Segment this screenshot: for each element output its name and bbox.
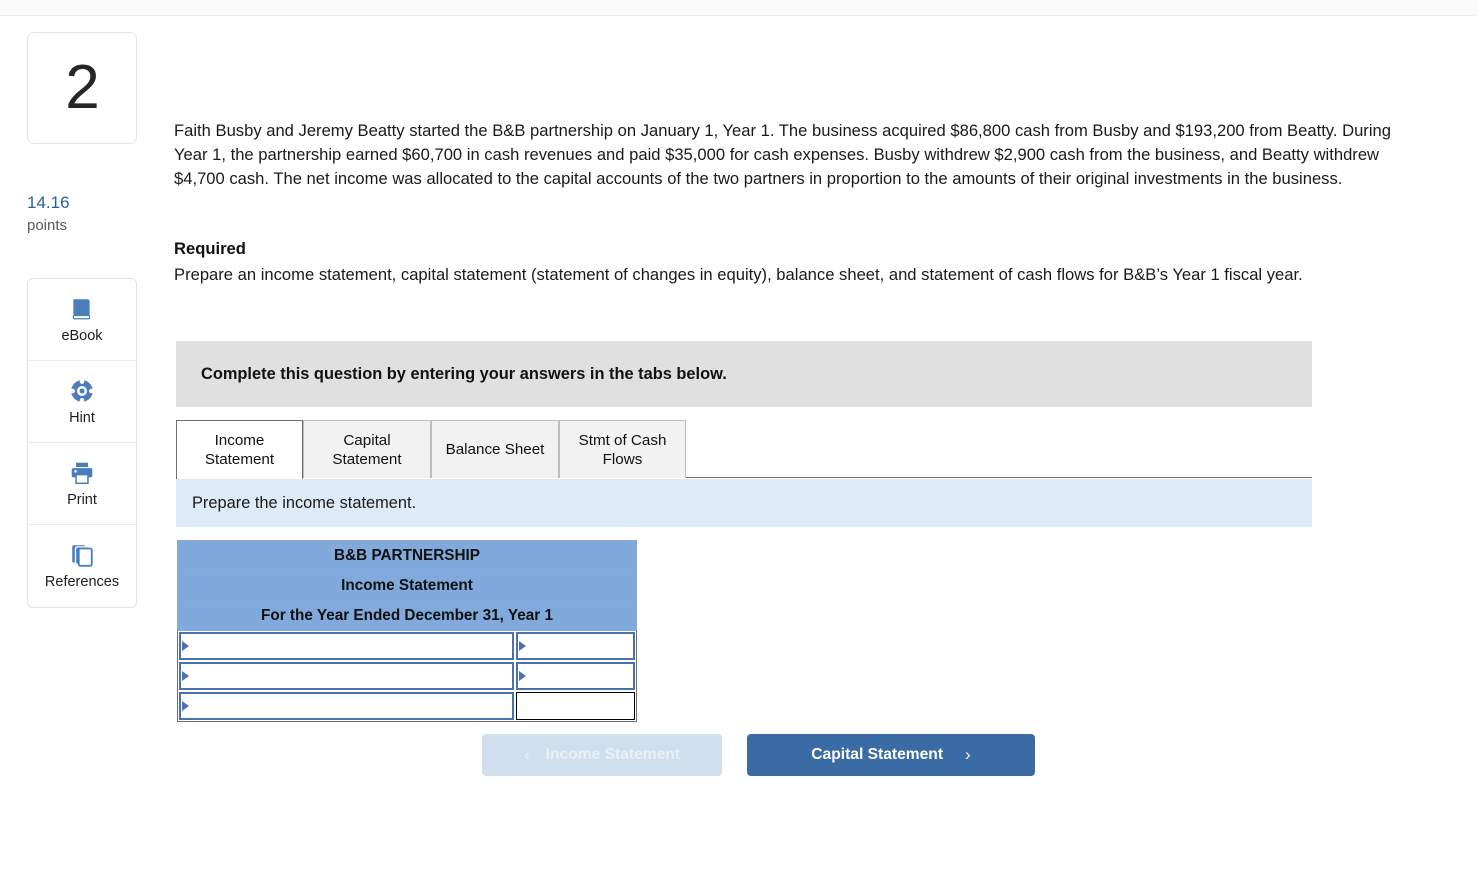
chevron-right-icon: › (965, 745, 971, 764)
worksheet-period: For the Year Ended December 31, Year 1 (177, 600, 637, 631)
worksheet-entry-row (177, 691, 637, 722)
ebook-label: eBook (61, 327, 103, 344)
question-number-box: 2 (27, 32, 137, 144)
worksheet-entry-row (177, 630, 637, 661)
row-3-amount-cell[interactable] (514, 691, 637, 722)
points-value: 14.16 (27, 193, 70, 212)
tab-balance-sheet[interactable]: Balance Sheet (431, 420, 559, 478)
lifesaver-icon (69, 378, 95, 404)
row-3-label-input[interactable] (179, 692, 514, 720)
income-statement-worksheet: B&B PARTNERSHIP Income Statement For the… (177, 540, 637, 722)
row-2-amount-cell[interactable] (514, 661, 637, 691)
sub-instruction-banner: Prepare the income statement. (176, 479, 1312, 527)
row-3-label-cell[interactable] (177, 691, 515, 722)
hint-button[interactable]: Hint (28, 361, 136, 443)
answer-tabs: Income Statement Capital Statement Balance… (176, 420, 1312, 479)
instruction-banner-text: Complete this question by entering your … (201, 364, 727, 383)
references-label: References (44, 574, 120, 590)
next-capital-statement-button[interactable]: Capital Statement › (747, 734, 1035, 776)
printer-icon (69, 460, 95, 486)
chevron-left-icon: ‹ (524, 745, 530, 764)
question-sidebar: 2 14.16 points eBook Hint Print Referenc… (0, 17, 165, 872)
worksheet-company-name: B&B PARTNERSHIP (177, 540, 637, 571)
instruction-banner: Complete this question by entering your … (176, 341, 1312, 407)
caret-right-icon (182, 701, 189, 711)
worksheet-statement-name: Income Statement (177, 570, 637, 601)
tab-capital-statement-label: Capital Statement (332, 431, 402, 468)
worksheet-entry-row (177, 661, 637, 691)
row-3-amount-input[interactable] (515, 692, 635, 720)
tab-stmt-cash-flows-label: Stmt of Cash Flows (578, 431, 667, 468)
tab-balance-sheet-label: Balance Sheet (445, 441, 545, 458)
caret-right-icon (518, 641, 526, 651)
prev-button-label: Income Statement (545, 746, 680, 763)
tool-panel: eBook Hint Print References (27, 278, 137, 608)
question-intro-text: Faith Busby and Jeremy Beatty started th… (174, 121, 1391, 188)
required-heading: Required (174, 239, 246, 258)
tab-income-statement[interactable]: Income Statement (176, 420, 303, 479)
print-label: Print (67, 491, 97, 508)
required-text: Prepare an income statement, capital sta… (174, 265, 1303, 284)
worksheet-title-row: B&B PARTNERSHIP (177, 540, 637, 571)
browser-top-bar (0, 0, 1478, 16)
caret-right-icon (518, 671, 526, 681)
row-1-label-cell[interactable] (177, 630, 515, 661)
caret-right-icon (182, 671, 189, 681)
pages-icon (69, 542, 95, 568)
worksheet-title-row: For the Year Ended December 31, Year 1 (177, 600, 637, 631)
sub-instruction-text: Prepare the income statement. (192, 493, 417, 512)
references-button[interactable]: References (28, 525, 136, 607)
row-1-label-input[interactable] (179, 632, 514, 660)
ebook-button[interactable]: eBook (28, 279, 136, 361)
worksheet-title-row: Income Statement (177, 570, 637, 601)
next-button-label: Capital Statement (811, 746, 944, 763)
points-label: points (27, 217, 68, 234)
tab-stmt-cash-flows[interactable]: Stmt of Cash Flows (559, 420, 686, 478)
row-2-label-input[interactable] (179, 662, 514, 690)
tab-income-statement-label: Income Statement (204, 432, 275, 468)
print-button[interactable]: Print (28, 443, 136, 525)
question-number: 2 (65, 53, 99, 122)
row-1-amount-input[interactable] (515, 632, 635, 660)
row-2-amount-input[interactable] (515, 662, 635, 690)
caret-right-icon (182, 641, 189, 651)
prev-income-statement-button[interactable]: ‹ Income Statement (482, 734, 722, 776)
book-icon (69, 296, 95, 322)
hint-label: Hint (69, 409, 95, 426)
row-2-label-cell[interactable] (177, 661, 515, 691)
row-1-amount-cell[interactable] (514, 630, 637, 661)
tab-capital-statement[interactable]: Capital Statement (303, 420, 431, 478)
